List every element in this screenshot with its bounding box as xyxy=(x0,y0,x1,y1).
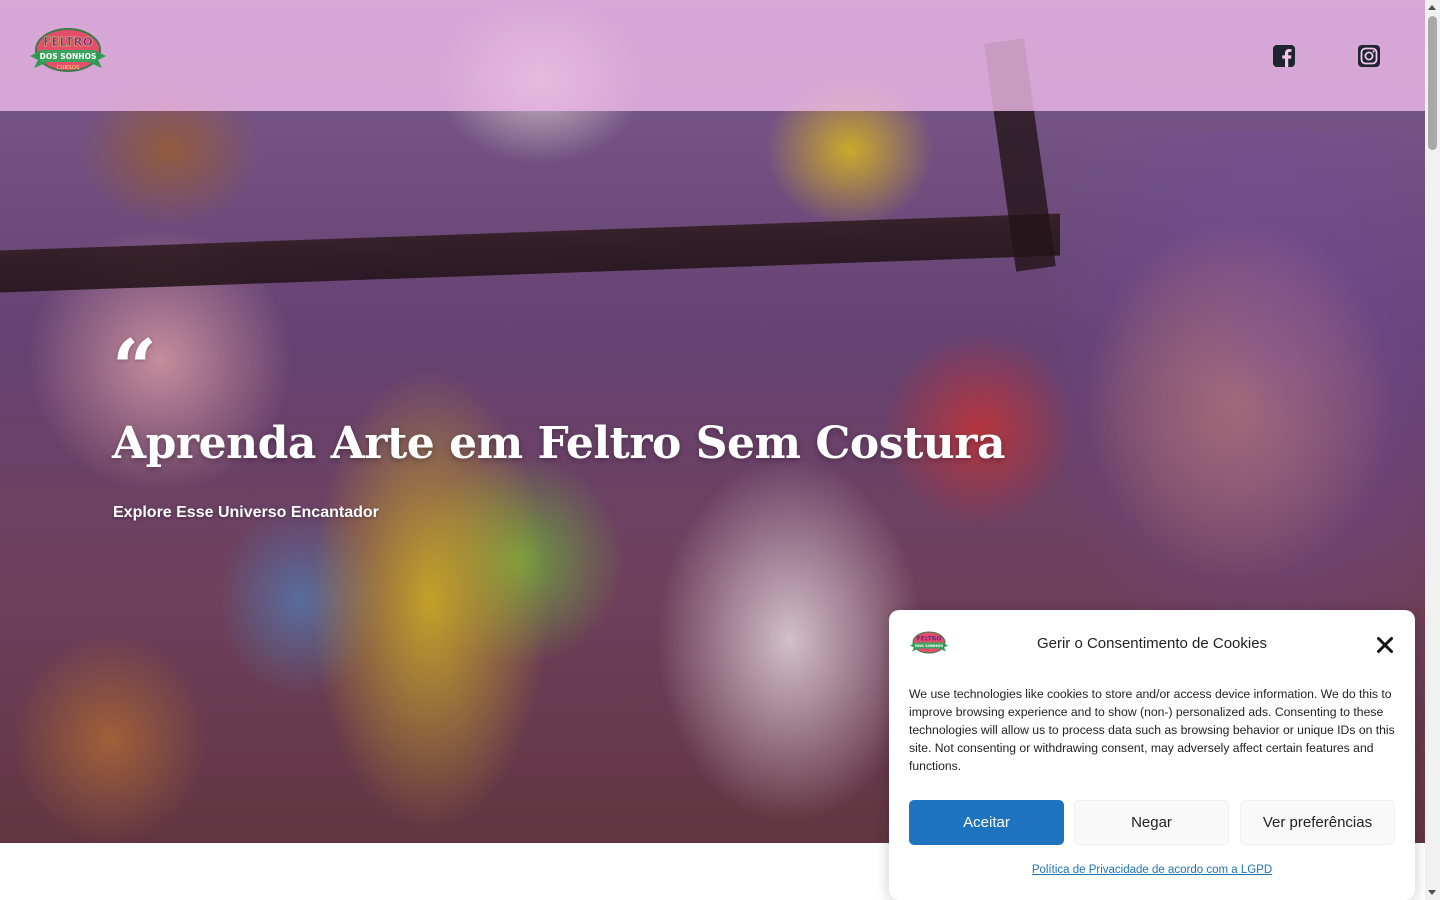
scroll-up-arrow-icon[interactable] xyxy=(1428,5,1436,10)
cookie-consent-banner: FELTRO DOS SONHOS Gerir o Consentimento … xyxy=(889,610,1415,900)
close-icon xyxy=(1377,637,1393,653)
facebook-link[interactable] xyxy=(1272,44,1296,68)
svg-text:DOS SONHOS: DOS SONHOS xyxy=(40,52,97,61)
cookie-banner-title: Gerir o Consentimento de Cookies xyxy=(1036,635,1268,652)
scroll-thumb[interactable] xyxy=(1428,16,1437,150)
svg-text:FELTRO: FELTRO xyxy=(43,35,93,49)
svg-text:CURSOS: CURSOS xyxy=(57,65,81,71)
feltro-dos-sonhos-logo: FELTRO DOS SONHOS CURSOS xyxy=(30,28,106,72)
view-preferences-button[interactable]: Ver preferências xyxy=(1240,800,1395,845)
deny-cookies-button[interactable]: Negar xyxy=(1074,800,1229,845)
page-scrollbar[interactable] xyxy=(1425,0,1440,900)
quote-icon: “ xyxy=(112,323,157,414)
hero-subtitle: Explore Esse Universo Encantador xyxy=(113,504,379,521)
hero-title: Aprenda Arte em Feltro Sem Costura xyxy=(112,418,1006,469)
site-logo[interactable]: FELTRO DOS SONHOS CURSOS xyxy=(28,26,108,76)
site-header: FELTRO DOS SONHOS CURSOS xyxy=(0,0,1425,111)
cookie-banner-message: We use technologies like cookies to stor… xyxy=(909,687,1395,773)
instagram-link[interactable] xyxy=(1357,44,1381,68)
close-button[interactable] xyxy=(1375,635,1395,655)
instagram-icon xyxy=(1358,45,1380,67)
accept-cookies-button[interactable]: Aceitar xyxy=(909,800,1064,845)
privacy-policy-link[interactable]: Política de Privacidade de acordo com a … xyxy=(889,864,1415,876)
facebook-icon xyxy=(1273,45,1295,67)
scroll-down-arrow-icon[interactable] xyxy=(1428,890,1436,895)
